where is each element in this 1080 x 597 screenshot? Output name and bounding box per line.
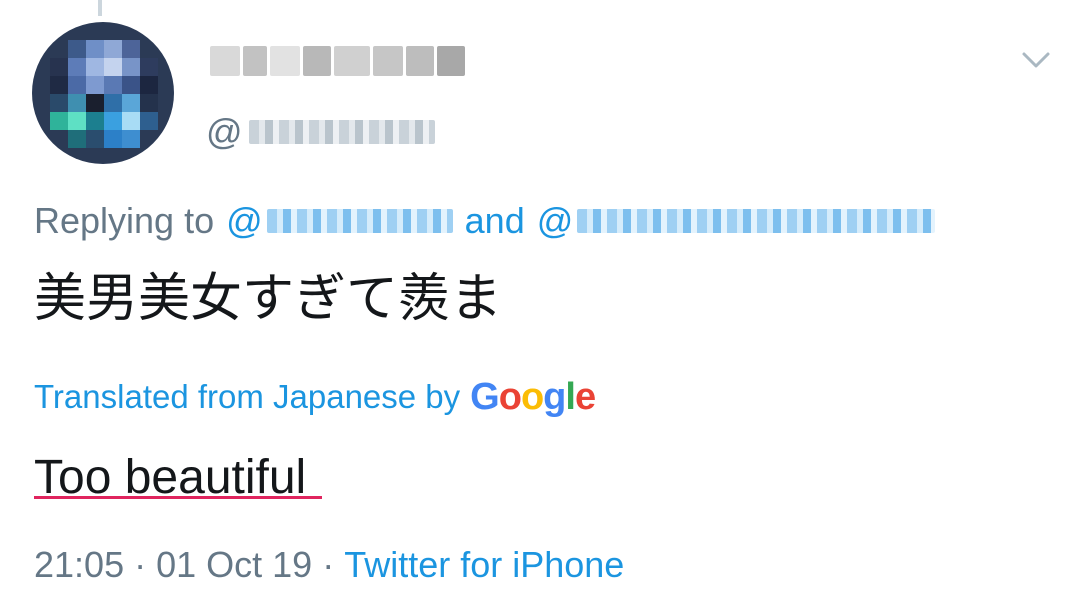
display-name[interactable] (210, 44, 500, 78)
mention-link-2[interactable]: @ (537, 200, 936, 242)
spellcheck-underline (34, 496, 322, 499)
and-label: and (464, 200, 525, 241)
mention-link-1[interactable]: @ (226, 200, 453, 242)
user-handle[interactable]: @ (206, 111, 435, 152)
google-logo: Google (470, 375, 596, 418)
tweet-metadata: 21:05 · 01 Oct 19 · Twitter for iPhone (34, 540, 624, 590)
replying-to-line: Replying to @ and @ (34, 198, 936, 244)
translated-label: Translated from Japanese by (34, 378, 461, 415)
thread-connector-line (98, 0, 102, 16)
chevron-down-icon[interactable] (1018, 42, 1054, 78)
avatar[interactable] (32, 22, 174, 164)
mention-redacted (577, 209, 936, 233)
tweet-time: 21:05 (34, 544, 125, 585)
mention-prefix: @ (226, 200, 263, 241)
mention-prefix: @ (536, 200, 574, 241)
replying-to-label: Replying to (34, 200, 215, 241)
mention-redacted (266, 209, 453, 233)
translated-by-line[interactable]: Translated from Japanese by Google (34, 374, 596, 420)
handle-redacted (248, 120, 435, 144)
tweet-date: 01 Oct 19 (156, 544, 313, 585)
separator: · (134, 544, 147, 585)
separator: · (322, 544, 335, 585)
handle-prefix: @ (206, 111, 243, 152)
tweet-text: 美男美女すぎて羨ま (34, 269, 503, 329)
tweet-source-link[interactable]: Twitter for iPhone (344, 544, 624, 586)
